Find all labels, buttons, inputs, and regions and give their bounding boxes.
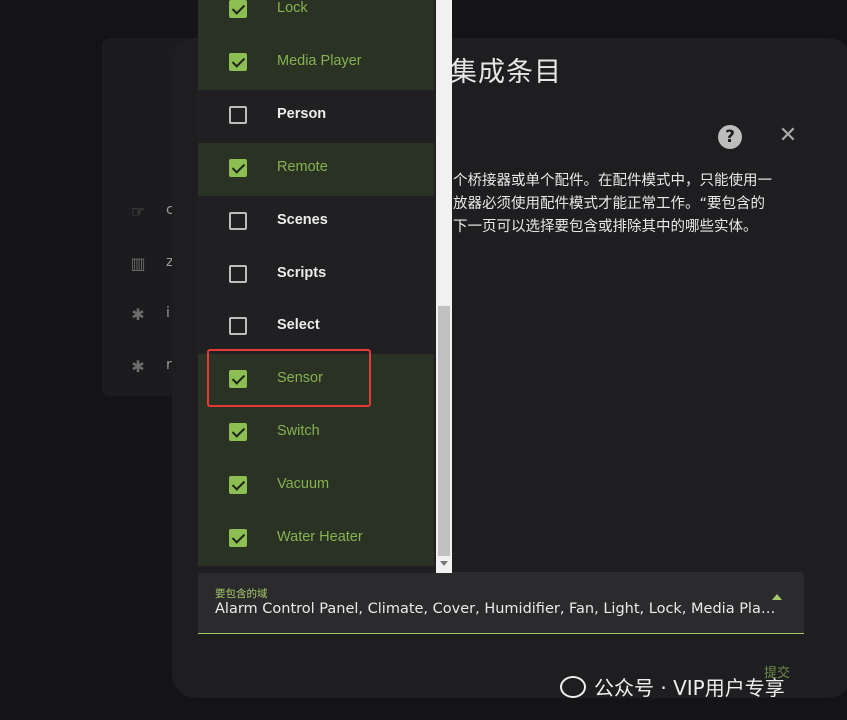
dropdown-item-scenes[interactable]: Scenes — [198, 196, 434, 249]
domains-dropdown: Lock Media Player Person Remote Scenes S… — [198, 0, 451, 573]
chevron-up-icon[interactable] — [772, 594, 782, 600]
dropdown-item-water-heater[interactable]: Water Heater — [198, 513, 434, 566]
background-letter: r — [166, 357, 172, 373]
watermark-text: 公众号 · VIP用户专享 — [594, 676, 785, 700]
watermark: 公众号 · VIP用户专享 — [560, 672, 785, 701]
dialog-title: 集成条目 — [450, 57, 562, 88]
library-icon: ▥ — [130, 254, 146, 273]
checkbox-icon[interactable] — [229, 212, 247, 230]
domains-field-label: 要包含的域 — [215, 588, 268, 600]
dropdown-item-media-player[interactable]: Media Player — [198, 37, 434, 90]
help-icon[interactable]: ? — [718, 125, 742, 149]
domains-field-value: Alarm Control Panel, Climate, Cover, Hum… — [215, 601, 783, 617]
description-line: 个桥接器或单个配件。在配件模式中，只能使用一 — [453, 173, 772, 189]
dropdown-item-remote[interactable]: Remote — [198, 143, 434, 196]
dropdown-item-scripts[interactable]: Scripts — [198, 249, 434, 302]
bug-icon: ✱ — [131, 357, 145, 376]
dropdown-item-label: Select — [277, 317, 320, 333]
hand-icon: ☞ — [130, 202, 146, 221]
close-icon[interactable]: ✕ — [776, 124, 800, 148]
checkbox-icon[interactable] — [229, 423, 247, 441]
dropdown-item-label: Water Heater — [277, 529, 363, 545]
bug-icon: ✱ — [131, 305, 145, 324]
description-line: 下一页可以选择要包含或排除其中的哪些实体。 — [453, 219, 758, 235]
wechat-logo-icon — [560, 675, 586, 698]
checkbox-icon[interactable] — [229, 159, 247, 177]
dropdown-item-label: Lock — [277, 0, 308, 16]
dropdown-item-switch[interactable]: Switch — [198, 407, 434, 460]
dropdown-item-label: Scripts — [277, 265, 327, 281]
dropdown-item-label: Vacuum — [277, 476, 330, 492]
background-letter: i — [166, 305, 170, 321]
checkbox-icon[interactable] — [229, 0, 247, 18]
domains-select-field[interactable]: 要包含的域 Alarm Control Panel, Climate, Cove… — [198, 572, 804, 634]
dropdown-scrollbar[interactable] — [436, 0, 452, 573]
dialog-description: 个桥接器或单个配件。在配件模式中，只能使用一 放器必须使用配件模式才能正常工作。… — [453, 170, 803, 239]
checkbox-icon[interactable] — [229, 53, 247, 71]
scroll-down-arrow-icon[interactable] — [440, 561, 448, 566]
scrollbar-thumb[interactable] — [438, 306, 450, 556]
dropdown-item-select[interactable]: Select — [198, 301, 434, 354]
checkbox-icon[interactable] — [229, 317, 247, 335]
dropdown-item-label: Scenes — [277, 212, 328, 228]
dropdown-item-label: Media Player — [277, 53, 362, 69]
dropdown-item-label: Switch — [277, 423, 320, 439]
checkbox-icon[interactable] — [229, 265, 247, 283]
checkbox-icon[interactable] — [229, 529, 247, 547]
description-line: 放器必须使用配件模式才能正常工作。“要包含的 — [453, 196, 766, 212]
dropdown-item-lock[interactable]: Lock — [198, 0, 434, 37]
checkbox-icon[interactable] — [229, 476, 247, 494]
checkbox-icon[interactable] — [229, 106, 247, 124]
sensor-highlight-box — [207, 349, 371, 407]
dropdown-item-person[interactable]: Person — [198, 90, 434, 143]
dropdown-item-vacuum[interactable]: Vacuum — [198, 460, 434, 513]
dropdown-item-label: Person — [277, 106, 327, 122]
dropdown-item-label: Remote — [277, 159, 328, 175]
